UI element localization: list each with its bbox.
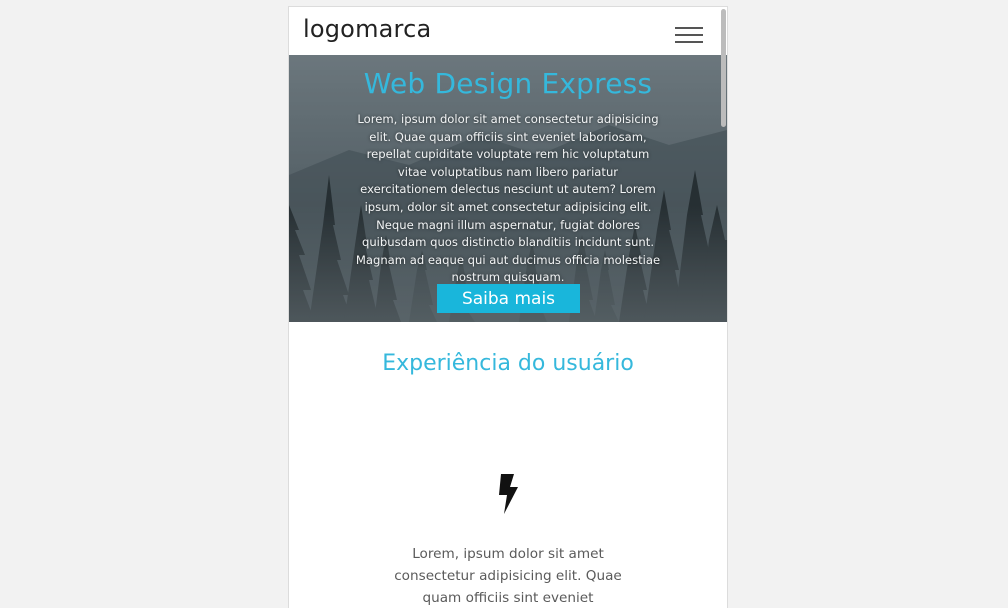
scrollbar[interactable] <box>720 7 727 608</box>
hamburger-menu-icon[interactable] <box>675 27 703 45</box>
hero-banner: Web Design Express Lorem, ipsum dolor si… <box>289 55 727 322</box>
scrollbar-thumb[interactable] <box>721 9 726 127</box>
feature-description: Lorem, ipsum dolor sit amet consectetur … <box>394 546 622 606</box>
hero-title: Web Design Express <box>363 67 653 100</box>
saiba-mais-button[interactable]: Saiba mais <box>437 284 580 313</box>
section-title: Experiência do usuário <box>382 351 634 376</box>
navbar: logomarca <box>289 7 727 55</box>
logo[interactable]: logomarca <box>303 15 431 43</box>
mobile-viewport: logomarca Web Design Express Lorem, ipsu… <box>288 6 728 608</box>
lightning-bolt-icon <box>499 474 518 514</box>
hero-description: Lorem, ipsum dolor sit amet consectetur … <box>355 112 661 285</box>
